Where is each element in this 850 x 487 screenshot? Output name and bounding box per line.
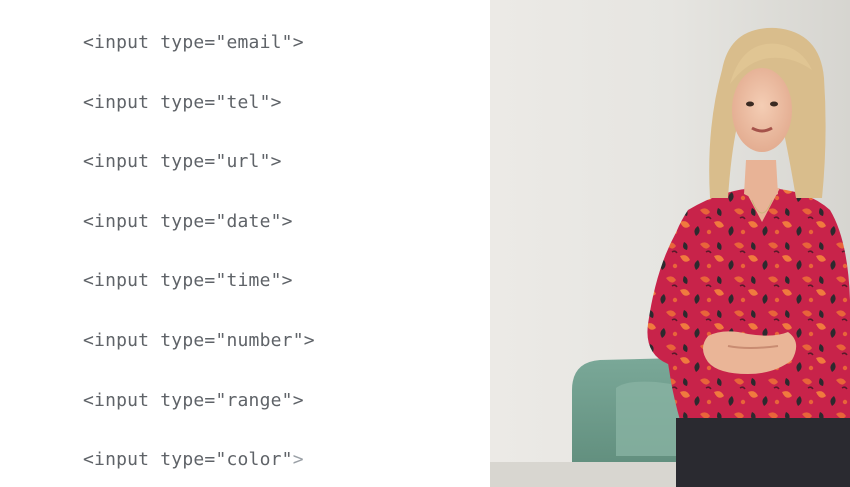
code-line-time: <input type="time"> (83, 270, 293, 291)
code-line-url: <input type="url"> (83, 151, 282, 172)
code-line-number: <input type="number"> (83, 330, 315, 351)
video-frame: <input type="email"> <input type="tel"> … (0, 0, 850, 487)
code-line-email: <input type="email"> (83, 32, 304, 53)
code-line-color: <input type="color"> (83, 449, 304, 470)
code-line-range: <input type="range"> (83, 390, 304, 411)
presenter-illustration (490, 0, 850, 487)
code-line-tel: <input type="tel"> (83, 92, 282, 113)
presenter-video (490, 0, 850, 487)
code-line-date: <input type="date"> (83, 211, 293, 232)
code-slide: <input type="email"> <input type="tel"> … (0, 0, 490, 487)
